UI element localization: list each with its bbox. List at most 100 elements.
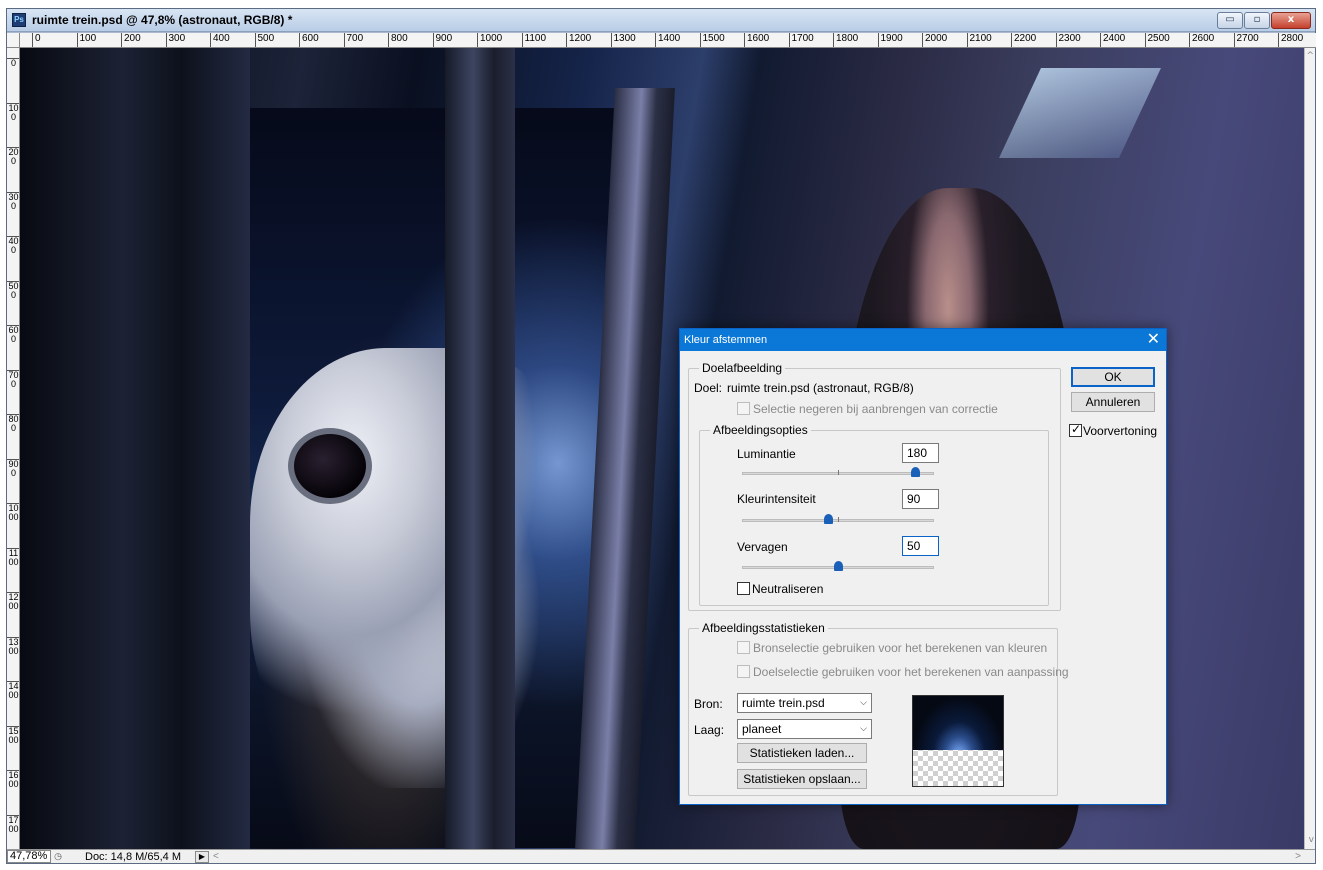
zoom-info-icon: ◷ bbox=[54, 851, 62, 861]
ruler-h-label: 2200 bbox=[1011, 33, 1036, 47]
ruler-h-label: 2600 bbox=[1189, 33, 1214, 47]
use-target-selection-checkbox[interactable] bbox=[737, 665, 750, 678]
ignore-selection-checkbox[interactable] bbox=[737, 402, 750, 415]
use-target-selection-label: Doelselectie gebruiken voor het berekene… bbox=[753, 665, 1069, 679]
layer-select[interactable]: planeet ⌵ bbox=[737, 719, 872, 739]
ruler-origin[interactable] bbox=[7, 33, 20, 48]
save-statistics-button[interactable]: Statistieken opslaan... bbox=[737, 769, 867, 789]
close-icon[interactable]: ✕ bbox=[1147, 330, 1160, 350]
ruler-v-label: 1600 bbox=[7, 770, 19, 789]
ruler-h-label: 100 bbox=[76, 33, 96, 47]
fade-label: Vervagen bbox=[737, 540, 788, 554]
ruler-v-label: 1500 bbox=[7, 725, 19, 745]
ruler-h-label: 1300 bbox=[610, 33, 636, 47]
ruler-v-label: 200 bbox=[7, 147, 19, 166]
ruler-h-label: 2400 bbox=[1100, 33, 1125, 47]
luminance-input[interactable]: 180 bbox=[902, 443, 939, 463]
ruler-h-label: 2800 bbox=[1278, 33, 1303, 47]
intensity-slider-thumb[interactable] bbox=[824, 514, 834, 524]
horizontal-ruler[interactable]: 0 100 200 300 400 500 600 700 800 900 1000 1100 1200… bbox=[20, 33, 1316, 48]
ruler-h-label: 1700 bbox=[788, 33, 814, 47]
train-wall-left bbox=[20, 48, 250, 849]
document-size: Doc: 14,8 M/65,4 M bbox=[85, 850, 181, 863]
ruler-h-label: 2100 bbox=[966, 33, 992, 47]
use-source-selection-label: Bronselectie gebruiken voor het berekene… bbox=[753, 641, 1048, 655]
fade-input[interactable]: 50 bbox=[902, 536, 939, 556]
match-color-dialog: Kleur afstemmen ✕ Doelafbeelding Doel: r… bbox=[679, 328, 1167, 805]
ok-button[interactable]: OK bbox=[1071, 367, 1155, 387]
source-label: Bron: bbox=[694, 697, 723, 711]
ruler-h-label: 400 bbox=[210, 33, 230, 47]
ruler-h-label: 2700 bbox=[1233, 33, 1259, 47]
ruler-v-label: 300 bbox=[7, 191, 19, 211]
ruler-h-label: 1000 bbox=[477, 33, 502, 47]
ruler-h-label: 800 bbox=[388, 33, 408, 47]
image-statistics-legend: Afbeeldingsstatistieken bbox=[699, 621, 828, 635]
ruler-h-label: 500 bbox=[254, 33, 274, 47]
source-select-value: ruimte trein.psd bbox=[742, 696, 825, 710]
luminance-label: Luminantie bbox=[737, 447, 796, 461]
use-source-selection-checkbox[interactable] bbox=[737, 641, 750, 654]
ruler-v-label: 900 bbox=[7, 458, 19, 478]
minimize-button[interactable]: ▭ bbox=[1217, 12, 1243, 29]
luminance-slider-midpoint bbox=[838, 470, 839, 475]
source-thumbnail bbox=[912, 695, 1004, 787]
zoom-level-field[interactable]: 47,78% bbox=[7, 850, 51, 863]
window-controls: ▭ ▫ x bbox=[1217, 12, 1311, 29]
ruler-v-label: 1700 bbox=[7, 814, 19, 834]
layer-label: Laag: bbox=[694, 723, 725, 737]
ruler-v-label: 700 bbox=[7, 369, 19, 389]
ruler-h-label: 1900 bbox=[877, 33, 903, 47]
ruler-h-label: 1800 bbox=[833, 33, 858, 47]
target-value: ruimte trein.psd (astronaut, RGB/8) bbox=[727, 381, 914, 395]
preview-label: Voorvertoning bbox=[1083, 424, 1158, 438]
fade-slider-thumb[interactable] bbox=[834, 561, 843, 571]
ceiling-light bbox=[999, 68, 1161, 158]
load-statistics-button[interactable]: Statistieken laden... bbox=[737, 743, 867, 763]
ignore-selection-label: Selectie negeren bij aanbrengen van corr… bbox=[753, 402, 998, 416]
target-image-legend: Doelafbeelding bbox=[699, 361, 786, 375]
ruler-h-label: 300 bbox=[165, 33, 185, 47]
close-window-button[interactable]: x bbox=[1271, 12, 1311, 29]
ruler-h-label: 1400 bbox=[655, 33, 680, 47]
maximize-button[interactable]: ▫ bbox=[1244, 12, 1270, 29]
ruler-h-label: 2300 bbox=[1055, 33, 1081, 47]
neutralize-label: Neutraliseren bbox=[752, 582, 824, 596]
scroll-down-arrow-icon[interactable]: v bbox=[1309, 835, 1314, 845]
layer-select-value: planeet bbox=[742, 722, 782, 736]
neutralize-checkbox[interactable] bbox=[737, 582, 750, 595]
scroll-left-arrow-icon[interactable]: < bbox=[213, 851, 219, 862]
intensity-label: Kleurintensiteit bbox=[737, 492, 816, 506]
cancel-button[interactable]: Annuleren bbox=[1071, 392, 1155, 412]
dialog-titlebar[interactable]: Kleur afstemmen ✕ bbox=[680, 329, 1166, 351]
ruler-h-label: 1100 bbox=[521, 33, 546, 47]
ruler-v-label: 600 bbox=[7, 325, 19, 344]
luminance-slider-thumb[interactable] bbox=[910, 467, 920, 477]
scroll-up-arrow-icon[interactable]: ^ bbox=[1306, 51, 1314, 61]
intensity-input[interactable]: 90 bbox=[902, 489, 939, 509]
ruler-v-label: 100 bbox=[7, 102, 19, 122]
ruler-h-label: 1500 bbox=[699, 33, 725, 47]
ruler-v-label: 1000 bbox=[7, 503, 19, 522]
ruler-h-label: 200 bbox=[121, 33, 141, 47]
chevron-down-icon: ⌵ bbox=[860, 724, 867, 734]
intensity-slider-midpoint bbox=[838, 517, 839, 522]
ruler-v-label: 1100 bbox=[7, 547, 19, 567]
ruler-h-label: 700 bbox=[343, 33, 363, 47]
source-select[interactable]: ruimte trein.psd ⌵ bbox=[737, 693, 872, 713]
vertical-ruler[interactable]: 0 100 200 300 400 500 600 700 800 900 1000 1100 1200… bbox=[7, 48, 20, 849]
document-titlebar[interactable]: Ps ruimte trein.psd @ 47,8% (astronaut, … bbox=[7, 9, 1315, 32]
ruler-v-label: 400 bbox=[7, 236, 19, 255]
scroll-right-arrow-icon[interactable]: > bbox=[1295, 851, 1301, 862]
status-menu-arrow-icon[interactable]: ▶ bbox=[195, 850, 209, 863]
status-bar: 47,78% ◷ Doc: 14,8 M/65,4 M ▶ < > bbox=[7, 849, 1315, 863]
ruler-h-label: 900 bbox=[432, 33, 452, 47]
ruler-h-label: 1200 bbox=[566, 33, 591, 47]
preview-checkbox[interactable] bbox=[1069, 422, 1082, 437]
astronaut-figure bbox=[250, 348, 590, 788]
target-label: Doel: bbox=[694, 381, 723, 395]
photoshop-app-icon: Ps bbox=[12, 13, 26, 27]
vertical-scrollbar[interactable] bbox=[1304, 48, 1315, 849]
ruler-h-label: 2500 bbox=[1144, 33, 1170, 47]
chevron-down-icon: ⌵ bbox=[860, 698, 867, 708]
